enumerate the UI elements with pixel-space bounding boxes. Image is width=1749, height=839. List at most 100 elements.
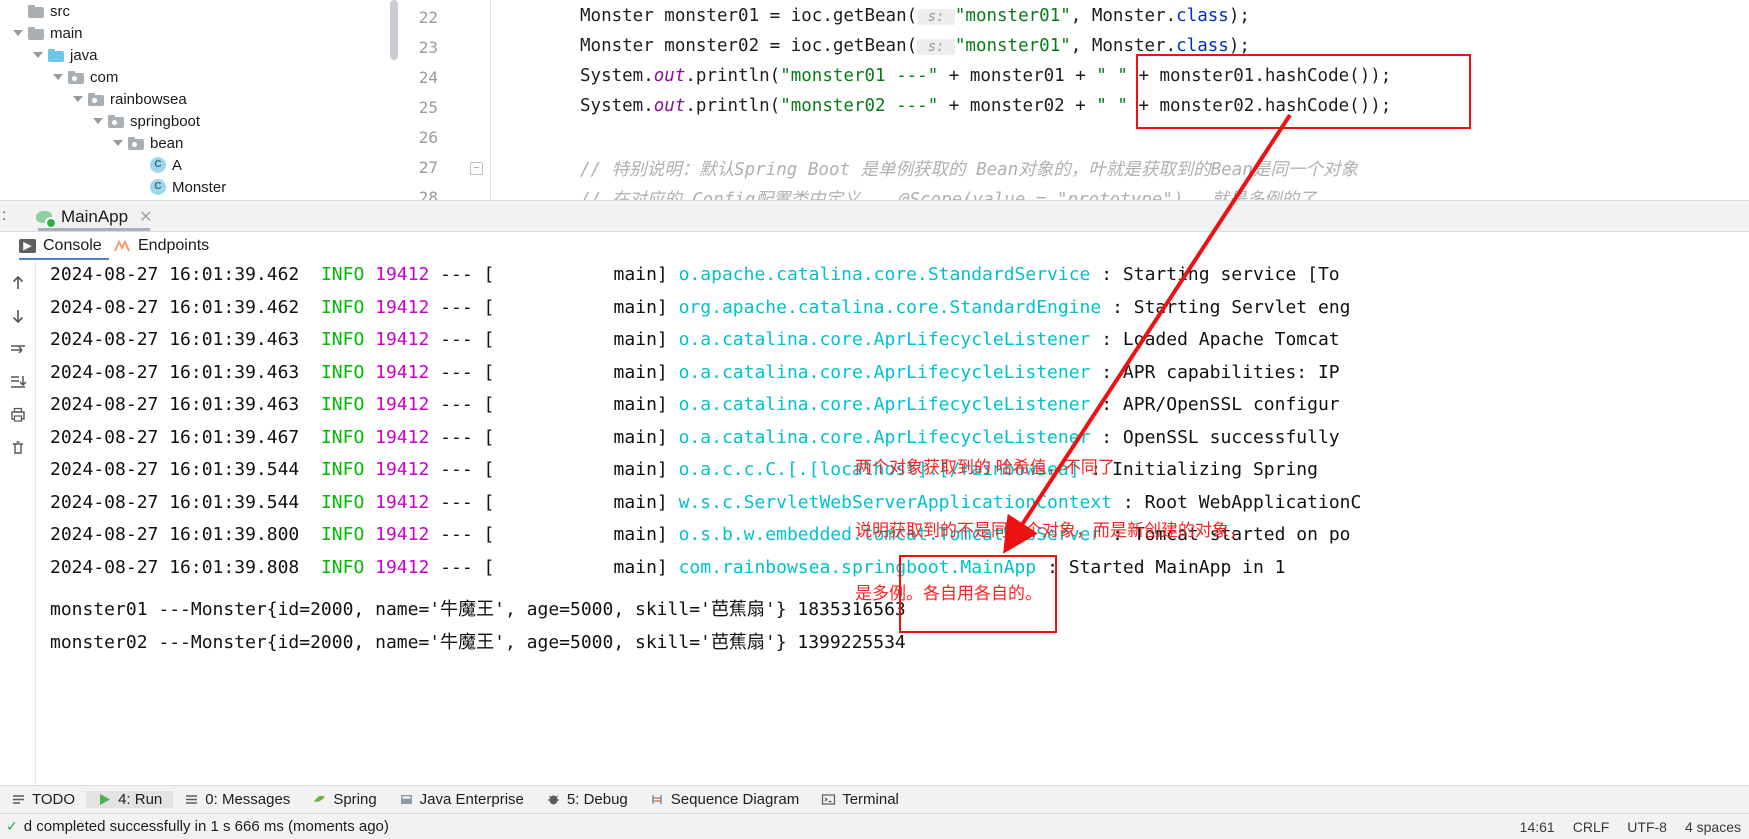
expand-arrow-icon[interactable] xyxy=(32,49,44,61)
code-token: System. xyxy=(580,66,654,86)
expand-arrow-icon[interactable] xyxy=(52,71,64,83)
run-icon xyxy=(97,792,112,807)
bottom-item-debug[interactable]: 5: Debug xyxy=(535,791,639,808)
code-line[interactable]: // 特别说明：默认Spring Boot 是单例获取的 Bean对象的，叶就是… xyxy=(580,156,1358,181)
code-token: "monster01 ---" xyxy=(780,66,939,86)
log-logger: o.apache.catalina.core.StandardService xyxy=(678,264,1102,285)
status-bar: ✓ d completed successfully in 1 s 666 ms… xyxy=(0,813,1749,839)
folder-icon xyxy=(28,4,44,18)
tree-item-java[interactable]: java xyxy=(0,44,390,66)
close-icon[interactable]: ✕ xyxy=(139,207,152,227)
log-logger: o.a.catalina.core.AprLifecycleListener xyxy=(678,361,1102,383)
soft-wrap-icon[interactable] xyxy=(0,332,36,365)
hashcode-highlight-box xyxy=(1136,54,1471,129)
log-level: INFO xyxy=(320,426,376,448)
tree-item-label: rainbowsea xyxy=(110,90,187,108)
code-token: "monster01" xyxy=(954,6,1071,26)
tree-item-springboot[interactable]: springboot xyxy=(0,110,390,132)
line-number: 24 xyxy=(418,68,438,87)
log-pid: 19412 xyxy=(375,329,441,350)
expand-arrow-icon[interactable] xyxy=(12,5,24,17)
code-line[interactable]: Monster monster02 = ioc.getBean( s: "mon… xyxy=(580,36,1250,56)
tree-item-class-a[interactable]: C A xyxy=(0,154,390,176)
log-line: 2024-08-27 16:01:39.463 INFO 19412 --- [… xyxy=(50,394,1340,415)
code-line[interactable]: // 在对应的 Config配置类中定义， @Scope(value = "pr… xyxy=(580,186,1334,200)
down-arrow-icon[interactable] xyxy=(0,299,36,332)
package-icon xyxy=(88,92,104,106)
log-level: INFO xyxy=(320,394,376,415)
tab-endpoints[interactable]: Endpoints xyxy=(113,232,209,260)
log-separator: --- xyxy=(440,329,484,350)
expand-arrow-icon[interactable] xyxy=(112,137,124,149)
console-side-toolbar xyxy=(0,260,36,839)
bottom-item-run[interactable]: 4: Run xyxy=(86,791,174,808)
log-separator: --- xyxy=(440,524,484,545)
tree-item-bean[interactable]: bean xyxy=(0,132,390,154)
tree-item-label: com xyxy=(90,68,119,86)
package-icon xyxy=(108,114,124,128)
console-icon: ▶ xyxy=(19,239,36,253)
up-arrow-icon[interactable] xyxy=(0,266,36,299)
log-line: 2024-08-27 16:01:39.463 INFO 19412 --- [… xyxy=(50,329,1340,350)
trash-icon[interactable] xyxy=(0,431,36,464)
print-icon[interactable] xyxy=(0,398,36,431)
code-editor[interactable]: 22 23 24 25 26 27 28 − Monster monster01… xyxy=(390,0,1749,200)
line-number: 25 xyxy=(418,98,438,117)
bottom-item-terminal[interactable]: Terminal xyxy=(810,791,910,808)
bottom-item-todo[interactable]: TODO xyxy=(0,791,86,808)
log-pid: 19412 xyxy=(375,426,441,448)
log-separator: --- xyxy=(440,264,484,285)
code-token: Monster monster01 = ioc.getBean( xyxy=(580,6,918,26)
code-token: // 在对应的 Config配置类中定义， @Scope(value = "pr… xyxy=(580,190,1334,200)
log-message: : Starting Servlet eng xyxy=(1112,296,1351,318)
bottom-item-sequence-diagram[interactable]: Sequence Diagram xyxy=(639,791,810,808)
code-fold-icon[interactable]: − xyxy=(470,162,483,175)
tree-item-main[interactable]: main xyxy=(0,22,390,44)
line-separator[interactable]: CRLF xyxy=(1573,819,1610,835)
indent-setting[interactable]: 4 spaces xyxy=(1685,819,1741,835)
log-separator: --- xyxy=(440,459,484,480)
bottom-item-spring[interactable]: Spring xyxy=(301,791,387,808)
tree-item-com[interactable]: com xyxy=(0,66,390,88)
bottom-item-messages[interactable]: 0: Messages xyxy=(173,791,301,808)
log-line: 2024-08-27 16:01:39.462 INFO 19412 --- [… xyxy=(50,264,1340,285)
messages-icon xyxy=(184,792,199,807)
bottom-item-label: 4: Run xyxy=(118,791,163,808)
code-token: "monster01" xyxy=(954,36,1071,56)
tree-item-src[interactable]: src xyxy=(0,0,390,22)
tree-item-rainbowsea[interactable]: rainbowsea xyxy=(0,88,390,110)
code-line[interactable]: Monster monster01 = ioc.getBean( s: "mon… xyxy=(580,6,1250,26)
spring-icon xyxy=(312,792,327,807)
log-separator: --- xyxy=(440,491,484,513)
bottom-item-java-enterprise[interactable]: Java Enterprise xyxy=(388,791,535,808)
project-tree[interactable]: src main java com rainbowsea springboot … xyxy=(0,0,390,200)
run-config-tab-mainapp[interactable]: MainApp ✕ xyxy=(28,203,161,231)
tree-item-label: bean xyxy=(150,134,184,152)
caret-position[interactable]: 14:61 xyxy=(1520,819,1555,835)
log-separator: --- xyxy=(440,394,484,415)
console-print-object: monster01 ---Monster{id=2000, name='牛魔王'… xyxy=(50,599,787,620)
run-tool-window: : MainApp ✕ ▶ Console Endpoints 2024-08-… xyxy=(0,113,1749,839)
log-thread: [ main] xyxy=(483,264,679,285)
expand-arrow-icon[interactable] xyxy=(12,27,24,39)
annotation-note: 两个对象获取到的 哈希值，不同了 说明获取到的不是同一个对象，而是新创建的对象，… xyxy=(855,415,1246,646)
log-pid: 19412 xyxy=(375,459,441,480)
scroll-to-end-icon[interactable] xyxy=(0,365,36,398)
log-separator: --- xyxy=(440,361,484,383)
log-level: INFO xyxy=(320,329,376,350)
tab-console[interactable]: ▶ Console xyxy=(19,232,102,260)
log-separator: --- xyxy=(440,556,484,578)
tree-item-label: springboot xyxy=(130,112,201,130)
editor-gutter: 22 23 24 25 26 27 28 − xyxy=(390,0,500,200)
log-line: 2024-08-27 16:01:39.462 INFO 19412 --- [… xyxy=(50,297,1351,318)
expand-arrow-icon[interactable] xyxy=(72,93,84,105)
tree-item-class-monster[interactable]: C Monster xyxy=(0,176,390,198)
log-level: INFO xyxy=(320,361,376,383)
log-timestamp: 2024-08-27 16:01:39.463 xyxy=(50,394,321,415)
status-message: ✓ d completed successfully in 1 s 666 ms… xyxy=(0,818,389,835)
code-token: class xyxy=(1176,6,1229,26)
status-message-label: d completed successfully in 1 s 666 ms (… xyxy=(23,818,389,835)
file-encoding[interactable]: UTF-8 xyxy=(1627,819,1667,835)
expand-arrow-icon[interactable] xyxy=(92,115,104,127)
log-thread: [ main] xyxy=(483,459,679,480)
